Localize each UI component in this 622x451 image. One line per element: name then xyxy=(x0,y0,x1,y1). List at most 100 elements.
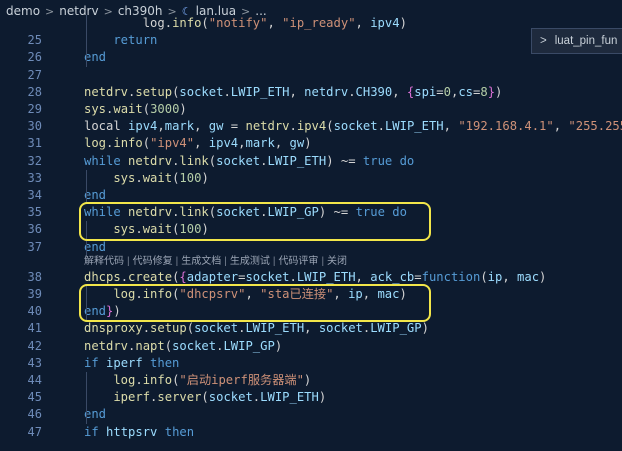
code-line[interactable]: 33 sys.wait(100) xyxy=(0,170,622,187)
code-line[interactable]: 30 local ipv4,mark, gw = netdrv.ipv4(sock… xyxy=(0,118,622,135)
code-line[interactable]: 32 while netdrv.link(socket.LWIP_ETH) ~= … xyxy=(0,153,622,170)
line-number: 39 xyxy=(27,287,42,301)
code-token: info xyxy=(142,373,173,387)
code-token: "ipv4" xyxy=(150,136,195,151)
code-token: if xyxy=(84,355,107,370)
code-line[interactable]: 37 end xyxy=(0,239,622,256)
code-token: , xyxy=(194,119,209,134)
code-token: , xyxy=(443,119,459,134)
code-line[interactable]: 28 netdrv.setup(socket.LWIP_ETH, netdrv.C… xyxy=(0,84,622,101)
line-number: 45 xyxy=(27,390,42,405)
code-line[interactable]: 44 log.info("启动iperf服务器端") xyxy=(0,372,622,389)
code-token: socket xyxy=(179,84,224,99)
indent-guide xyxy=(86,169,87,205)
code-token: ( xyxy=(142,136,151,151)
code-review-action[interactable]: 代码评审 xyxy=(278,256,318,267)
code-token: server xyxy=(157,390,202,405)
code-text: sys.wait(3000) xyxy=(84,101,187,118)
code-token: ~= xyxy=(340,153,356,168)
code-token: CH390 xyxy=(355,84,393,99)
code-line[interactable]: 47 if httpsrv then xyxy=(0,424,622,441)
code-text: while netdrv.link(socket.LWIP_ETH) ~= tr… xyxy=(84,153,414,170)
code-line[interactable]: 43 if iperf then xyxy=(0,355,622,372)
code-token: . xyxy=(120,269,129,284)
generate-tests-action[interactable]: 生成测试 xyxy=(230,256,270,267)
code-token: . xyxy=(289,119,297,134)
code-line[interactable]: 25 return xyxy=(0,32,622,49)
code-line[interactable]: 41 dnsproxy.setup(socket.LWIP_ETH, socket… xyxy=(0,320,622,337)
code-token: ) xyxy=(201,170,209,185)
code-token: ) xyxy=(318,390,327,405)
code-token: dnsproxy xyxy=(84,321,143,336)
code-token: "255.255.2 xyxy=(568,119,622,134)
code-line[interactable]: 45 iperf.server(socket.LWIP_ETH) xyxy=(0,389,622,406)
code-text: return xyxy=(84,32,157,49)
code-token: "启动iperf服务器端" xyxy=(179,373,304,387)
code-token: then xyxy=(157,424,195,439)
code-line[interactable]: 29 sys.wait(3000) xyxy=(0,101,622,118)
code-token: , xyxy=(304,321,319,336)
code-token: cs xyxy=(458,84,473,99)
code-token: LWIP_ETH xyxy=(245,321,305,336)
code-token: ( xyxy=(142,102,151,116)
highlight-box xyxy=(79,202,431,241)
code-text: end xyxy=(84,49,106,66)
code-text: local ipv4,mark, gw = netdrv.ipv4(socket… xyxy=(84,118,622,135)
line-number: 37 xyxy=(27,239,42,254)
outline-suggestion[interactable]: > luat_pin_fun xyxy=(531,28,622,54)
code-token: log. xyxy=(84,16,173,30)
code-editor[interactable]: log.info("notify", "ip_ready", ipv4) 25 r… xyxy=(0,15,622,451)
code-token: mark xyxy=(164,119,195,134)
code-token: setup xyxy=(135,84,173,99)
code-token: ack_cb xyxy=(370,269,415,284)
code-token: log xyxy=(84,136,107,151)
code-token: LWIP_ETH xyxy=(260,390,319,405)
explain-code-action[interactable]: 解释代码 xyxy=(84,256,124,267)
code-line[interactable]: log.info("notify", "ip_ready", ipv4) xyxy=(0,15,622,32)
lens-separator: | xyxy=(272,255,276,267)
line-number: 35 xyxy=(27,205,42,220)
code-token: . xyxy=(289,269,297,284)
line-number: 29 xyxy=(27,102,42,116)
code-token: mac xyxy=(517,269,540,284)
code-line[interactable]: 31 log.info("ipv4", ipv4,mark, gw) xyxy=(0,135,622,152)
code-line[interactable]: 42 netdrv.napt(socket.LWIP_GP) xyxy=(0,338,622,355)
code-token: ) xyxy=(421,321,429,336)
code-text: netdrv.setup(socket.LWIP_ETH, netdrv.CH3… xyxy=(84,84,502,101)
code-text: netdrv.napt(socket.LWIP_GP) xyxy=(84,338,282,355)
code-token: netdrv xyxy=(84,338,129,353)
line-number: 41 xyxy=(27,321,42,336)
code-token: 100 xyxy=(179,170,202,185)
line-number: 38 xyxy=(27,269,42,284)
code-token: mark xyxy=(245,136,275,151)
code-line[interactable]: 26 end xyxy=(0,49,622,66)
code-line[interactable]: 27 xyxy=(0,67,622,84)
code-text: sys.wait(100) xyxy=(84,170,209,187)
code-token: socket xyxy=(194,321,239,336)
code-token: link xyxy=(179,153,209,168)
code-token: socket xyxy=(208,390,253,405)
code-line[interactable]: 46 end xyxy=(0,406,622,423)
code-token: ( xyxy=(480,269,488,284)
line-number: 34 xyxy=(27,188,42,202)
code-token: , xyxy=(553,119,569,134)
line-number: 36 xyxy=(27,222,42,237)
code-token: while xyxy=(84,153,129,168)
code-token: . xyxy=(223,84,231,99)
code-token: ipv4 xyxy=(296,119,327,134)
code-token: ( xyxy=(186,321,195,336)
code-token: ) xyxy=(304,136,312,151)
code-token: info xyxy=(113,136,143,151)
code-text: iperf.server(socket.LWIP_ETH) xyxy=(84,389,326,406)
line-number: 27 xyxy=(27,67,42,82)
code-token: netdrv xyxy=(128,153,173,168)
code-token: ipv4 xyxy=(128,119,158,134)
fix-code-action[interactable]: 代码修复 xyxy=(133,256,173,267)
code-text: end xyxy=(84,406,106,423)
generate-docs-action[interactable]: 生成文档 xyxy=(181,256,221,267)
line-number: 25 xyxy=(27,33,42,48)
line-number: 40 xyxy=(27,304,42,319)
code-token: LWIP_ETH xyxy=(267,153,327,168)
code-token: ( xyxy=(201,16,209,30)
close-lens-action[interactable]: 关闭 xyxy=(327,256,347,267)
